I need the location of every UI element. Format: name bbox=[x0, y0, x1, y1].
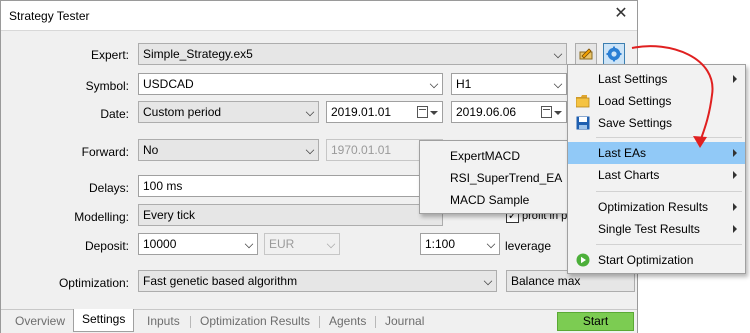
menu-item-optimization-results[interactable]: Optimization Results bbox=[568, 196, 745, 218]
expert-select[interactable]: Simple_Strategy.ex5 bbox=[138, 43, 567, 65]
symbol-value: USDCAD bbox=[143, 77, 194, 91]
submenu-item-macd-sample[interactable]: MACD Sample bbox=[450, 193, 529, 207]
window-title: Strategy Tester bbox=[9, 9, 90, 23]
leverage-value: 1:100 bbox=[425, 237, 456, 251]
save-icon bbox=[576, 116, 590, 130]
delays-select[interactable]: 100 ms bbox=[138, 175, 443, 197]
chevron-down-icon bbox=[553, 49, 563, 59]
forward-select[interactable]: No bbox=[138, 139, 319, 161]
menu-separator bbox=[596, 244, 742, 245]
modelling-select[interactable]: Every tick bbox=[138, 204, 443, 226]
title-bar: Strategy Tester ✕ bbox=[1, 1, 637, 31]
edit-expert-icon bbox=[579, 48, 593, 60]
settings-button[interactable] bbox=[603, 43, 625, 65]
tab-agents[interactable]: Agents bbox=[329, 314, 366, 328]
timeframe-value: H1 bbox=[456, 77, 472, 91]
menu-item-last-charts[interactable]: Last Charts bbox=[568, 164, 745, 186]
submenu-arrow-icon bbox=[733, 203, 737, 211]
modelling-value: Every tick bbox=[143, 208, 196, 222]
submenu-arrow-icon bbox=[733, 171, 737, 179]
delays-value: 100 ms bbox=[143, 179, 183, 193]
leverage-select[interactable]: 1:100 bbox=[420, 233, 500, 255]
deposit-value: 10000 bbox=[143, 237, 177, 251]
submenu-item-expertmacd[interactable]: ExpertMACD bbox=[450, 149, 520, 163]
menu-item-start-optimization[interactable]: Start Optimization bbox=[568, 249, 745, 271]
symbol-label: Symbol: bbox=[85, 79, 129, 93]
menu-item-label: Last Charts bbox=[598, 168, 660, 182]
chevron-down-icon bbox=[429, 79, 439, 89]
chevron-down-icon bbox=[305, 107, 315, 117]
modelling-label: Modelling: bbox=[74, 210, 129, 224]
date-from-picker[interactable]: 2019.01.01 bbox=[326, 101, 443, 123]
play-icon bbox=[576, 253, 590, 267]
optimization-criterion-value: Balance max bbox=[511, 274, 581, 288]
tab-settings[interactable]: Settings bbox=[73, 309, 135, 332]
last-eas-submenu: ExpertMACD RSI_SuperTrend_EA MACD Sample bbox=[419, 140, 569, 214]
date-from-value: 2019.01.01 bbox=[331, 105, 392, 119]
currency-select: EUR bbox=[264, 233, 340, 255]
tab-separator bbox=[375, 316, 376, 328]
edit-expert-button[interactable] bbox=[575, 43, 597, 65]
leverage-label: leverage bbox=[505, 239, 552, 253]
calendar-icon[interactable] bbox=[541, 106, 552, 118]
chevron-down-icon bbox=[483, 276, 493, 286]
timeframe-select[interactable]: H1 bbox=[451, 73, 567, 95]
forward-label: Forward: bbox=[81, 145, 129, 159]
submenu-item-rsi-supertrend-ea[interactable]: RSI_SuperTrend_EA bbox=[450, 171, 562, 185]
calendar-icon[interactable] bbox=[417, 106, 428, 118]
expert-value: Simple_Strategy.ex5 bbox=[143, 47, 253, 61]
tab-separator bbox=[190, 316, 191, 328]
tab-optimization-results[interactable]: Optimization Results bbox=[200, 314, 310, 328]
currency-value: EUR bbox=[269, 237, 295, 251]
date-to-value: 2019.06.06 bbox=[456, 105, 517, 119]
delays-label: Delays: bbox=[88, 181, 129, 195]
tab-separator bbox=[319, 316, 320, 328]
tab-overview[interactable]: Overview bbox=[15, 314, 65, 328]
submenu-arrow-icon bbox=[733, 75, 737, 83]
date-to-picker[interactable]: 2019.06.06 bbox=[451, 101, 567, 123]
start-button[interactable]: Start bbox=[557, 312, 634, 331]
menu-item-label: Optimization Results bbox=[598, 200, 709, 214]
deposit-label: Deposit: bbox=[84, 239, 129, 253]
menu-item-label: Single Test Results bbox=[598, 222, 700, 236]
chevron-down-icon bbox=[244, 239, 254, 249]
menu-separator bbox=[596, 191, 742, 192]
caret-down-icon bbox=[430, 111, 438, 115]
chevron-down-icon bbox=[326, 239, 336, 249]
expert-label: Expert: bbox=[90, 48, 129, 62]
tab-journal[interactable]: Journal bbox=[385, 314, 424, 328]
date-label: Date: bbox=[100, 107, 129, 121]
chevron-down-icon bbox=[486, 239, 496, 249]
tab-bar: Overview Settings Inputs Optimization Re… bbox=[1, 309, 637, 333]
optimization-value: Fast genetic based algorithm bbox=[143, 274, 298, 288]
folder-icon bbox=[576, 95, 590, 108]
callout-arrow-icon bbox=[631, 45, 714, 148]
deposit-select[interactable]: 10000 bbox=[138, 233, 258, 255]
submenu-arrow-icon bbox=[733, 149, 737, 157]
symbol-select[interactable]: USDCAD bbox=[138, 73, 443, 95]
forward-date-value: 1970.01.01 bbox=[331, 143, 392, 157]
date-period-select[interactable]: Custom period bbox=[138, 101, 319, 123]
menu-item-label: Start Optimization bbox=[598, 253, 694, 267]
chevron-down-icon bbox=[553, 79, 563, 89]
optimization-label: Optimization: bbox=[58, 276, 129, 290]
optimization-select[interactable]: Fast genetic based algorithm bbox=[138, 270, 497, 292]
date-period-value: Custom period bbox=[143, 105, 222, 119]
submenu-arrow-icon bbox=[733, 225, 737, 233]
caret-down-icon bbox=[554, 111, 562, 115]
close-icon[interactable]: ✕ bbox=[613, 6, 629, 22]
chevron-down-icon bbox=[305, 145, 315, 155]
gear-icon bbox=[606, 46, 622, 62]
tab-inputs[interactable]: Inputs bbox=[147, 314, 180, 328]
forward-value: No bbox=[143, 143, 159, 157]
menu-item-single-test-results[interactable]: Single Test Results bbox=[568, 218, 745, 240]
